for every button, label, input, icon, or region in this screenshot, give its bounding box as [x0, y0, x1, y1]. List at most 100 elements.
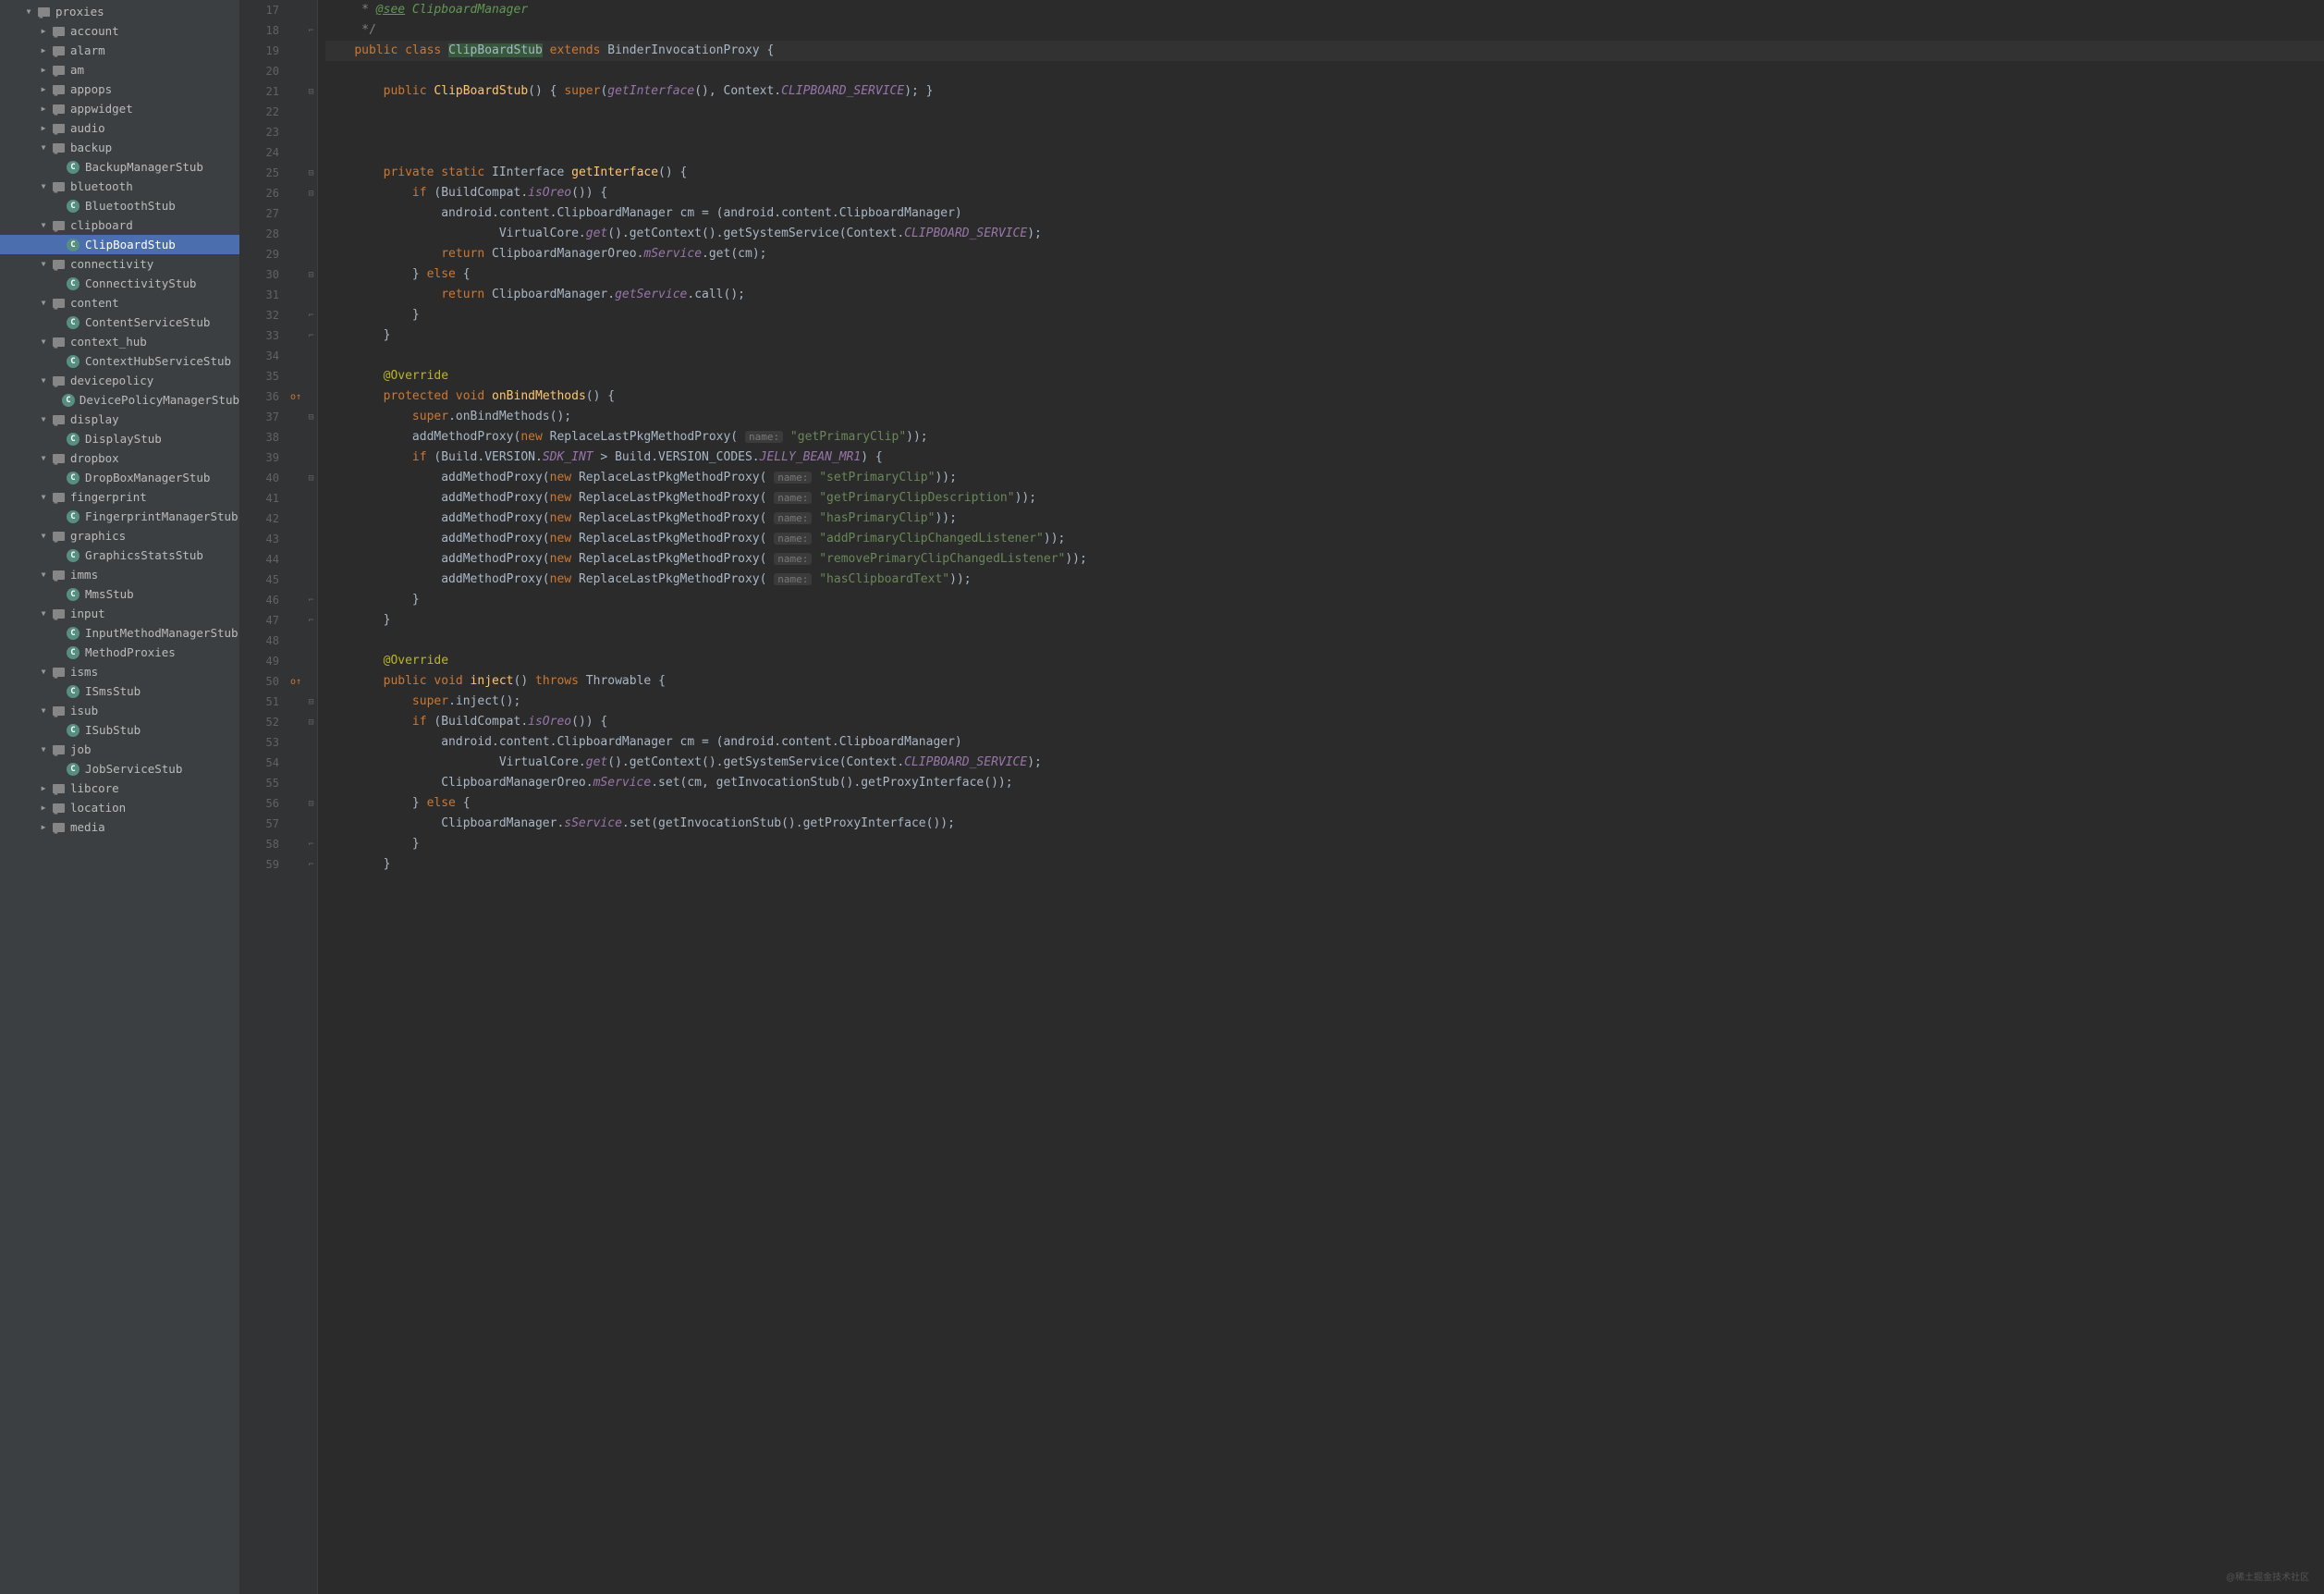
- code-line[interactable]: @Override: [325, 366, 2324, 386]
- tree-item-audio[interactable]: ▶▮audio: [0, 118, 239, 138]
- fold-indicator[interactable]: ⌐: [305, 834, 317, 854]
- tree-item-appwidget[interactable]: ▶▮appwidget: [0, 99, 239, 118]
- expand-arrow-icon[interactable]: ▶: [39, 85, 48, 93]
- code-line[interactable]: addMethodProxy(new ReplaceLastPkgMethodP…: [325, 509, 2324, 529]
- expand-arrow-icon[interactable]: ▼: [39, 706, 48, 715]
- tree-item-clipboard[interactable]: ▼▮clipboard: [0, 215, 239, 235]
- expand-arrow-icon[interactable]: ▼: [39, 260, 48, 268]
- project-tree[interactable]: ▼▮proxies▶▮account▶▮alarm▶▮am▶▮appops▶▮a…: [0, 0, 240, 1594]
- fold-indicator[interactable]: ⊟: [305, 712, 317, 732]
- override-icon[interactable]: o↑: [290, 677, 301, 687]
- expand-arrow-icon[interactable]: ▼: [39, 532, 48, 540]
- expand-arrow-icon[interactable]: ▼: [39, 182, 48, 190]
- code-line[interactable]: } else {: [325, 264, 2324, 285]
- code-line[interactable]: [325, 142, 2324, 163]
- code-line[interactable]: [325, 102, 2324, 122]
- tree-item-connectivity[interactable]: ▼▮connectivity: [0, 254, 239, 274]
- tree-item-isubstub[interactable]: CISubStub: [0, 720, 239, 740]
- code-line[interactable]: }: [325, 590, 2324, 610]
- expand-arrow-icon[interactable]: ▼: [39, 299, 48, 307]
- fold-indicator[interactable]: ⌐: [305, 610, 317, 631]
- tree-item-backupmanagerstub[interactable]: CBackupManagerStub: [0, 157, 239, 177]
- code-line[interactable]: }: [325, 325, 2324, 346]
- code-line[interactable]: public void inject() throws Throwable {: [325, 671, 2324, 692]
- fold-gutter[interactable]: ⌐⊟⊟⊟⊟⌐⌐⊟⊟⌐⌐⊟⊟⊟⌐⌐: [305, 0, 318, 1594]
- code-line[interactable]: ClipboardManager.sService.set(getInvocat…: [325, 814, 2324, 834]
- tree-item-devicepolicymanagerstub[interactable]: CDevicePolicyManagerStub: [0, 390, 239, 410]
- code-line[interactable]: android.content.ClipboardManager cm = (a…: [325, 732, 2324, 753]
- tree-item-jobservicestub[interactable]: CJobServiceStub: [0, 759, 239, 779]
- tree-item-isms[interactable]: ▼▮isms: [0, 662, 239, 681]
- tree-item-fingerprint[interactable]: ▼▮fingerprint: [0, 487, 239, 507]
- fold-indicator[interactable]: ⊟: [305, 407, 317, 427]
- code-line[interactable]: super.onBindMethods();: [325, 407, 2324, 427]
- code-line[interactable]: addMethodProxy(new ReplaceLastPkgMethodP…: [325, 529, 2324, 549]
- expand-arrow-icon[interactable]: ▶: [39, 46, 48, 55]
- code-line[interactable]: super.inject();: [325, 692, 2324, 712]
- code-line[interactable]: VirtualCore.get().getContext().getSystem…: [325, 753, 2324, 773]
- expand-arrow-icon[interactable]: ▼: [39, 745, 48, 754]
- tree-item-dropboxmanagerstub[interactable]: CDropBoxManagerStub: [0, 468, 239, 487]
- expand-arrow-icon[interactable]: ▶: [39, 124, 48, 132]
- code-line[interactable]: }: [325, 610, 2324, 631]
- tree-item-bluetooth[interactable]: ▼▮bluetooth: [0, 177, 239, 196]
- tree-item-contentservicestub[interactable]: CContentServiceStub: [0, 313, 239, 332]
- expand-arrow-icon[interactable]: ▼: [39, 337, 48, 346]
- tree-item-graphicsstatsstub[interactable]: CGraphicsStatsStub: [0, 546, 239, 565]
- code-line[interactable]: VirtualCore.get().getContext().getSystem…: [325, 224, 2324, 244]
- code-line[interactable]: private static IInterface getInterface()…: [325, 163, 2324, 183]
- code-line[interactable]: protected void onBindMethods() {: [325, 386, 2324, 407]
- fold-indicator[interactable]: ⌐: [305, 854, 317, 875]
- expand-arrow-icon[interactable]: ▼: [39, 609, 48, 618]
- fold-indicator[interactable]: [305, 41, 317, 61]
- tree-item-contexthubservicestub[interactable]: CContextHubServiceStub: [0, 351, 239, 371]
- tree-item-isub[interactable]: ▼▮isub: [0, 701, 239, 720]
- tree-item-media[interactable]: ▶▮media: [0, 817, 239, 837]
- tree-item-proxies[interactable]: ▼▮proxies: [0, 2, 239, 21]
- tree-item-clipboardstub[interactable]: CClipBoardStub: [0, 235, 239, 254]
- code-line[interactable]: public class ClipBoardStub extends Binde…: [325, 41, 2324, 61]
- code-line[interactable]: * @see ClipboardManager: [325, 0, 2324, 20]
- expand-arrow-icon[interactable]: ▶: [39, 66, 48, 74]
- expand-arrow-icon[interactable]: ▼: [39, 415, 48, 423]
- expand-arrow-icon[interactable]: ▼: [39, 454, 48, 462]
- code-line[interactable]: [325, 346, 2324, 366]
- tree-item-backup[interactable]: ▼▮backup: [0, 138, 239, 157]
- tree-item-libcore[interactable]: ▶▮libcore: [0, 779, 239, 798]
- expand-arrow-icon[interactable]: ▼: [39, 143, 48, 152]
- tree-item-context_hub[interactable]: ▼▮context_hub: [0, 332, 239, 351]
- code-line[interactable]: public ClipBoardStub() { super(getInterf…: [325, 81, 2324, 102]
- tree-item-dropbox[interactable]: ▼▮dropbox: [0, 448, 239, 468]
- tree-item-am[interactable]: ▶▮am: [0, 60, 239, 80]
- expand-arrow-icon[interactable]: ▶: [39, 104, 48, 113]
- code-line[interactable]: [325, 631, 2324, 651]
- code-line[interactable]: addMethodProxy(new ReplaceLastPkgMethodP…: [325, 427, 2324, 448]
- code-line[interactable]: if (BuildCompat.isOreo()) {: [325, 712, 2324, 732]
- expand-arrow-icon[interactable]: ▶: [39, 784, 48, 792]
- code-line[interactable]: } else {: [325, 793, 2324, 814]
- tree-item-methodproxies[interactable]: CMethodProxies: [0, 643, 239, 662]
- expand-arrow-icon[interactable]: ▶: [39, 803, 48, 812]
- tree-item-imms[interactable]: ▼▮imms: [0, 565, 239, 584]
- fold-indicator[interactable]: ⊟: [305, 264, 317, 285]
- tree-item-graphics[interactable]: ▼▮graphics: [0, 526, 239, 546]
- code-line[interactable]: return ClipboardManager.getService.call(…: [325, 285, 2324, 305]
- tree-item-displaystub[interactable]: CDisplayStub: [0, 429, 239, 448]
- fold-indicator[interactable]: ⊟: [305, 81, 317, 102]
- expand-arrow-icon[interactable]: ▶: [39, 823, 48, 831]
- tree-item-content[interactable]: ▼▮content: [0, 293, 239, 313]
- tree-item-devicepolicy[interactable]: ▼▮devicepolicy: [0, 371, 239, 390]
- fold-indicator[interactable]: ⊟: [305, 183, 317, 203]
- expand-arrow-icon[interactable]: ▼: [39, 668, 48, 676]
- fold-indicator[interactable]: ⌐: [305, 305, 317, 325]
- tree-item-bluetoothstub[interactable]: CBluetoothStub: [0, 196, 239, 215]
- code-line[interactable]: }: [325, 305, 2324, 325]
- tree-item-alarm[interactable]: ▶▮alarm: [0, 41, 239, 60]
- code-line[interactable]: ClipboardManagerOreo.mService.set(cm, ge…: [325, 773, 2324, 793]
- code-line[interactable]: }: [325, 854, 2324, 875]
- tree-item-mmsstub[interactable]: CMmsStub: [0, 584, 239, 604]
- expand-arrow-icon[interactable]: ▼: [24, 7, 33, 16]
- tree-item-account[interactable]: ▶▮account: [0, 21, 239, 41]
- code-line[interactable]: return ClipboardManagerOreo.mService.get…: [325, 244, 2324, 264]
- code-line[interactable]: addMethodProxy(new ReplaceLastPkgMethodP…: [325, 549, 2324, 570]
